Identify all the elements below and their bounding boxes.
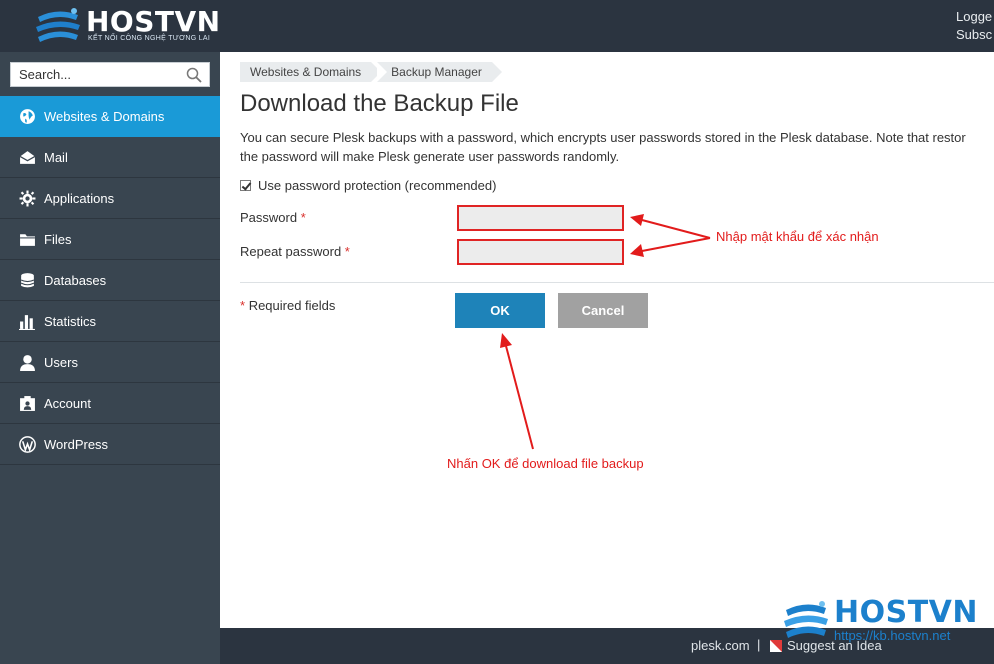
- required-star: *: [344, 244, 350, 259]
- required-fields-text: Required fields: [248, 298, 336, 313]
- password-label: Password *: [240, 210, 306, 225]
- folder-icon: [19, 231, 36, 248]
- footer-separator: |: [757, 637, 761, 652]
- hostvn-watermark-mark-icon: [784, 601, 828, 638]
- sidebar-item-account[interactable]: Account: [0, 383, 220, 424]
- cancel-button[interactable]: Cancel: [558, 293, 648, 328]
- ok-annotation: Nhấn OK để download file backup: [447, 456, 644, 471]
- search-input[interactable]: [11, 63, 181, 86]
- main-content: Websites & Domains Backup Manager Downlo…: [220, 52, 994, 628]
- logo-text: HOSTVN: [86, 5, 221, 38]
- sidebar-item-statistics[interactable]: Statistics: [0, 301, 220, 342]
- sidebar-item-databases[interactable]: Databases: [0, 260, 220, 301]
- logo-tagline: KẾT NỐI CÔNG NGHỆ TƯƠNG LAI: [88, 35, 211, 42]
- subscription-label: Subsc: [956, 27, 993, 42]
- sidebar-item-label: Statistics: [44, 313, 97, 329]
- description-line: You can secure Plesk backups with a pass…: [240, 130, 966, 145]
- sidebar-item-users[interactable]: Users: [0, 342, 220, 383]
- logged-in-label: Logge: [956, 9, 993, 24]
- sidebar-item-label: Account: [44, 395, 91, 411]
- form-divider: [240, 282, 994, 283]
- bar-chart-icon: [19, 313, 36, 330]
- sidebar-search: [10, 62, 210, 87]
- required-fields-note: * Required fields: [240, 298, 335, 313]
- breadcrumb-backup-manager[interactable]: Backup Manager: [377, 62, 502, 82]
- sidebar-item-label: Users: [44, 354, 78, 370]
- arrow-to-ok: [505, 345, 534, 450]
- sidebar-item-mail[interactable]: Mail: [0, 137, 220, 178]
- arrow-head-ok: [500, 333, 512, 348]
- hostvn-watermark: HOSTVN https://kb.hostvn.net: [782, 595, 992, 645]
- sidebar-item-applications[interactable]: Applications: [0, 178, 220, 219]
- arrow-to-repeat-password: [641, 237, 711, 252]
- user-info[interactable]: Logge Subsc: [956, 8, 994, 44]
- page-title: Download the Backup File: [240, 90, 519, 117]
- wordpress-icon: [19, 435, 36, 453]
- ok-button[interactable]: OK: [455, 293, 545, 328]
- required-star: *: [240, 298, 246, 313]
- sidebar-item-label: Databases: [44, 272, 107, 288]
- sidebar-item-websites-domains[interactable]: Websites & Domains: [0, 96, 220, 137]
- repeat-password-label: Repeat password *: [240, 244, 350, 259]
- sidebar-item-label: WordPress: [44, 436, 109, 452]
- database-icon: [19, 272, 36, 289]
- account-icon: [19, 395, 36, 412]
- hostvn-logo[interactable]: HOSTVN KẾT NỐI CÔNG NGHỆ TƯƠNG LAI: [34, 3, 220, 49]
- search-icon[interactable]: [186, 67, 202, 83]
- password-protection-checkbox[interactable]: [240, 180, 251, 191]
- password-label-text: Password: [240, 210, 298, 225]
- lightbulb-icon: [770, 640, 782, 652]
- password-field[interactable]: [457, 205, 624, 231]
- sidebar: Websites & Domains Mail Applications Fil…: [0, 52, 220, 664]
- sidebar-item-label: Websites & Domains: [44, 108, 165, 124]
- password-protection-label: Use password protection (recommended): [258, 178, 497, 193]
- hostvn-logo-mark-icon: [36, 8, 80, 42]
- gear-icon: [19, 190, 36, 207]
- sidebar-item-files[interactable]: Files: [0, 219, 220, 260]
- sidebar-item-label: Mail: [44, 149, 68, 165]
- arrow-to-password: [641, 219, 711, 239]
- breadcrumb-websites-domains[interactable]: Websites & Domains: [240, 62, 382, 82]
- top-header: HOSTVN KẾT NỐI CÔNG NGHỆ TƯƠNG LAI Logge…: [0, 0, 994, 52]
- sidebar-item-label: Applications: [44, 190, 115, 206]
- watermark-brand: HOSTVN: [834, 595, 979, 630]
- user-icon: [19, 354, 36, 371]
- required-star: *: [300, 210, 306, 225]
- sidebar-item-wordpress[interactable]: WordPress: [0, 424, 220, 465]
- breadcrumb: Websites & Domains Backup Manager: [240, 62, 502, 82]
- repeat-password-label-text: Repeat password: [240, 244, 342, 259]
- arrow-head-password: [630, 214, 644, 226]
- repeat-password-field[interactable]: [457, 239, 624, 265]
- plesk-link[interactable]: plesk.com: [691, 638, 750, 653]
- password-protection-row: Use password protection (recommended): [240, 178, 496, 193]
- page-description: You can secure Plesk backups with a pass…: [240, 128, 994, 166]
- watermark-url: https://kb.hostvn.net: [834, 628, 951, 643]
- globe-icon: [19, 108, 36, 125]
- password-annotation: Nhập mật khẩu để xác nhận: [716, 229, 879, 244]
- arrow-head-repeat-password: [630, 244, 644, 257]
- sidebar-nav: Websites & Domains Mail Applications Fil…: [0, 96, 220, 465]
- description-line: the password will make Plesk generate us…: [240, 149, 620, 164]
- mail-icon: [19, 149, 36, 166]
- sidebar-item-label: Files: [44, 231, 72, 247]
